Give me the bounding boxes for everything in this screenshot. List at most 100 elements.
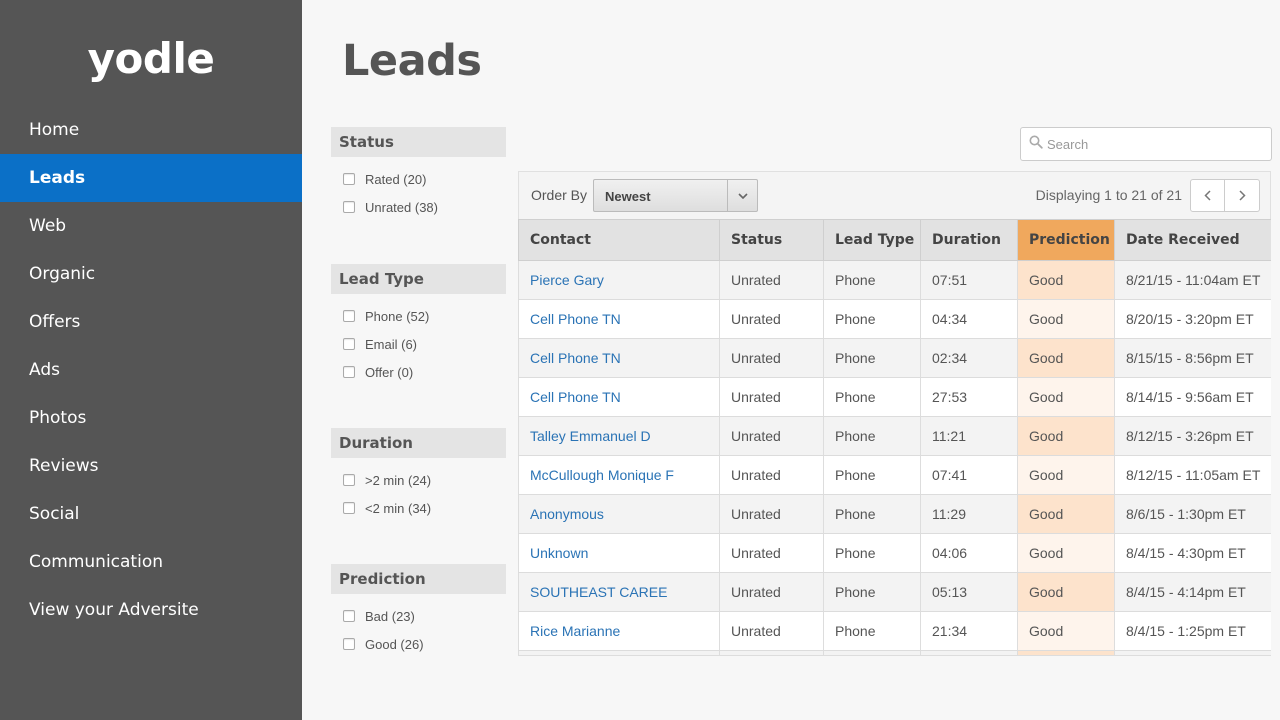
sidebar-item-communication[interactable]: Communication — [0, 538, 302, 586]
filter-option[interactable]: Unrated (38) — [331, 193, 506, 221]
cell-contact[interactable]: Cell Phone TN — [518, 377, 720, 417]
checkbox[interactable] — [343, 638, 355, 650]
chevron-left-icon — [1204, 190, 1211, 201]
sidebar-item-organic[interactable]: Organic — [0, 250, 302, 298]
cell-contact[interactable]: Cell Phone TN — [518, 650, 720, 655]
table-row[interactable]: Cell Phone TN Unrated Phone 04:34 Good 8/20/1… — [518, 299, 1271, 339]
chevron-right-icon — [1238, 190, 1246, 201]
cell-lead-type: Phone — [823, 299, 921, 339]
cell-lead-type: Phone — [823, 494, 921, 534]
cell-date-received: 8/15/15 - 8:56pm ET — [1114, 338, 1271, 378]
table-row[interactable]: Rice Marianne Unrated Phone 21:34 Good 8/4/15… — [518, 611, 1271, 651]
table-row[interactable]: Anonymous Unrated Phone 11:29 Good 8/6/15 - 1… — [518, 494, 1271, 534]
filter-option-label: Good (26) — [365, 636, 424, 652]
order-by-select[interactable]: Newest — [593, 179, 758, 212]
cell-prediction: Good — [1017, 533, 1115, 573]
cell-lead-type: Phone — [823, 416, 921, 456]
sidebar-nav: Home Leads Web Organic Offers Ads Photos… — [0, 106, 302, 634]
table-row[interactable]: Talley Emmanuel D Unrated Phone 11:21 Good 8/… — [518, 416, 1271, 456]
filter-option[interactable]: Good (26) — [331, 630, 506, 658]
cell-date-received: 8/3/15 - 11:58am ET — [1114, 650, 1271, 655]
cell-duration: 04:34 — [920, 299, 1018, 339]
cell-date-received: 8/21/15 - 11:04am ET — [1114, 260, 1271, 300]
column-header-contact[interactable]: Contact — [518, 219, 720, 261]
filter-option[interactable]: >2 min (24) — [331, 466, 506, 494]
cell-contact[interactable]: Unknown — [518, 533, 720, 573]
next-page-button[interactable] — [1225, 179, 1260, 212]
checkbox[interactable] — [343, 474, 355, 486]
prev-page-button[interactable] — [1190, 179, 1225, 212]
leads-table-container: Contact Status Lead Type Duration Predic… — [518, 219, 1271, 656]
table-row[interactable]: Pierce Gary Unrated Phone 07:51 Good 8/21/15 … — [518, 260, 1271, 300]
column-header-lead-type[interactable]: Lead Type — [823, 219, 921, 261]
cell-lead-type: Phone — [823, 572, 921, 612]
checkbox[interactable] — [343, 610, 355, 622]
checkbox[interactable] — [343, 366, 355, 378]
order-by-value: Newest — [605, 189, 651, 204]
cell-status: Unrated — [719, 377, 824, 417]
column-header-prediction[interactable]: Prediction — [1017, 219, 1115, 261]
checkbox[interactable] — [343, 338, 355, 350]
cell-prediction: Good — [1017, 299, 1115, 339]
checkbox[interactable] — [343, 502, 355, 514]
filter-lead-type-title: Lead Type — [331, 264, 506, 294]
search-box[interactable] — [1020, 127, 1272, 161]
checkbox[interactable] — [343, 310, 355, 322]
search-input[interactable] — [1047, 136, 1247, 152]
cell-date-received: 8/4/15 - 4:30pm ET — [1114, 533, 1271, 573]
filter-option[interactable]: Rated (20) — [331, 165, 506, 193]
cell-contact[interactable]: Pierce Gary — [518, 260, 720, 300]
cell-lead-type: Phone — [823, 260, 921, 300]
sidebar-item-web[interactable]: Web — [0, 202, 302, 250]
cell-duration: 07:41 — [920, 455, 1018, 495]
sidebar-item-photos[interactable]: Photos — [0, 394, 302, 442]
table-row[interactable]: Unknown Unrated Phone 04:06 Good 8/4/15 - 4:3… — [518, 533, 1271, 573]
cell-date-received: 8/6/15 - 1:30pm ET — [1114, 494, 1271, 534]
filter-option[interactable]: Email (6) — [331, 330, 506, 358]
filter-option[interactable]: Bad (23) — [331, 602, 506, 630]
filter-option[interactable]: Phone (52) — [331, 302, 506, 330]
filter-option[interactable]: Offer (0) — [331, 358, 506, 386]
table-toolbar: Order By Newest Displaying 1 to 21 of 21 — [518, 171, 1271, 219]
column-header-status[interactable]: Status — [719, 219, 824, 261]
checkbox[interactable] — [343, 173, 355, 185]
cell-contact[interactable]: Cell Phone TN — [518, 338, 720, 378]
sidebar-item-offers[interactable]: Offers — [0, 298, 302, 346]
filter-option[interactable]: <2 min (34) — [331, 494, 506, 522]
filter-duration: Duration >2 min (24) <2 min (34) — [331, 428, 506, 522]
page-title: Leads — [342, 36, 482, 86]
cell-prediction: Good — [1017, 572, 1115, 612]
filter-option-label: >2 min (24) — [365, 472, 432, 488]
table-row[interactable]: SOUTHEAST CAREE Unrated Phone 05:13 Good 8/4/… — [518, 572, 1271, 612]
cell-lead-type: Phone — [823, 533, 921, 573]
sidebar-item-leads[interactable]: Leads — [0, 154, 302, 202]
column-header-date-received[interactable]: Date Received — [1114, 219, 1271, 261]
table-row[interactable]: McCullough Monique F Unrated Phone 07:41 Goo… — [518, 455, 1271, 495]
cell-lead-type: Phone — [823, 650, 921, 655]
filter-duration-title: Duration — [331, 428, 506, 458]
cell-date-received: 8/4/15 - 1:25pm ET — [1114, 611, 1271, 651]
sidebar-item-view-adversite[interactable]: View your Adversite — [0, 586, 302, 634]
cell-contact[interactable]: Rice Marianne — [518, 611, 720, 651]
table-row[interactable]: Cell Phone TN Unrated Phone 02:34 Good 8/15/1… — [518, 338, 1271, 378]
table-row[interactable]: Cell Phone TNUnratedPhone03:07Good8/3/15… — [518, 650, 1271, 655]
cell-duration: 07:51 — [920, 260, 1018, 300]
logo[interactable]: yodle — [0, 34, 302, 83]
sidebar-item-social[interactable]: Social — [0, 490, 302, 538]
cell-contact[interactable]: Talley Emmanuel D — [518, 416, 720, 456]
sidebar-item-ads[interactable]: Ads — [0, 346, 302, 394]
filter-status-title: Status — [331, 127, 506, 157]
cell-status: Unrated — [719, 455, 824, 495]
cell-contact[interactable]: SOUTHEAST CAREE — [518, 572, 720, 612]
cell-contact[interactable]: McCullough Monique F — [518, 455, 720, 495]
cell-duration: 11:29 — [920, 494, 1018, 534]
table-row[interactable]: Cell Phone TN Unrated Phone 27:53 Good 8/14/1… — [518, 377, 1271, 417]
sidebar-item-home[interactable]: Home — [0, 106, 302, 154]
column-header-duration[interactable]: Duration — [920, 219, 1018, 261]
cell-contact[interactable]: Anonymous — [518, 494, 720, 534]
checkbox[interactable] — [343, 201, 355, 213]
cell-status: Unrated — [719, 533, 824, 573]
cell-contact[interactable]: Cell Phone TN — [518, 299, 720, 339]
sidebar-item-reviews[interactable]: Reviews — [0, 442, 302, 490]
cell-status: Unrated — [719, 494, 824, 534]
